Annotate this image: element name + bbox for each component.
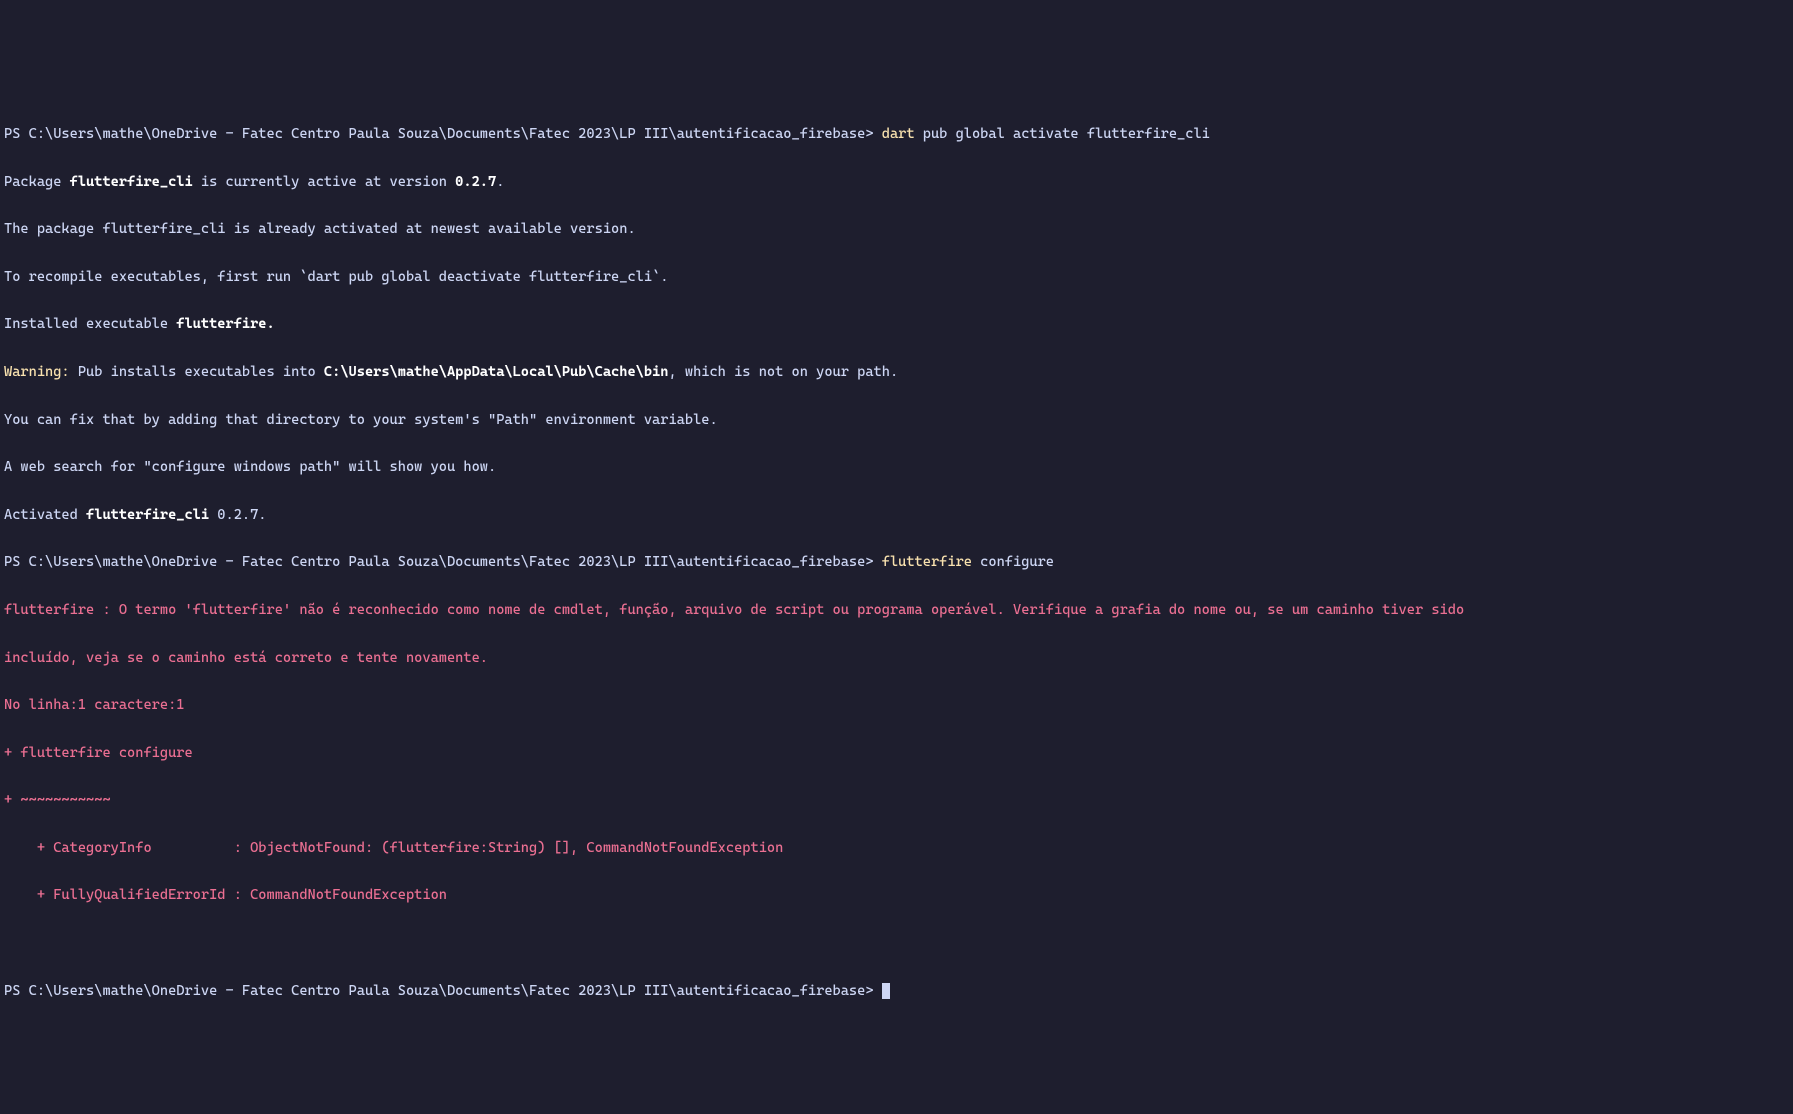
warning-label: Warning: xyxy=(4,364,70,380)
output-text: . xyxy=(496,174,504,190)
terminal-line: The package flutterfire_cli is already a… xyxy=(4,218,1789,242)
terminal-line: PS C:\Users\mathe\OneDrive - Fatec Centr… xyxy=(4,551,1789,575)
error-line: + flutterfire configure xyxy=(4,742,1789,766)
terminal-line: To recompile executables, first run `dar… xyxy=(4,266,1789,290)
terminal-line: Package flutterfire_cli is currently act… xyxy=(4,171,1789,195)
output-text: , which is not on your path. xyxy=(668,364,898,380)
output-text: Activated xyxy=(4,507,86,523)
output-text: 0.2.7. xyxy=(209,507,266,523)
command-args: pub global activate flutterfire_cli xyxy=(915,126,1210,142)
terminal-line: Warning: Pub installs executables into C… xyxy=(4,361,1789,385)
error-line: incluído, veja se o caminho está correto… xyxy=(4,647,1789,671)
error-line: + FullyQualifiedErrorId : CommandNotFoun… xyxy=(4,884,1789,908)
output-text: Package xyxy=(4,174,70,190)
terminal-line: A web search for "configure windows path… xyxy=(4,456,1789,480)
ps-prompt: PS C:\Users\mathe\OneDrive - Fatec Centr… xyxy=(4,126,882,142)
error-line: + CategoryInfo : ObjectNotFound: (flutte… xyxy=(4,837,1789,861)
error-line: + ~~~~~~~~~~~ xyxy=(4,789,1789,813)
terminal-line: Installed executable flutterfire. xyxy=(4,313,1789,337)
terminal-output[interactable]: PS C:\Users\mathe\OneDrive - Fatec Centr… xyxy=(4,99,1789,1027)
package-name: flutterfire_cli xyxy=(86,507,209,523)
terminal-line: PS C:\Users\mathe\OneDrive - Fatec Centr… xyxy=(4,980,1789,1004)
cursor[interactable] xyxy=(882,983,890,999)
package-name: flutterfire_cli xyxy=(70,174,193,190)
command-name: dart xyxy=(882,126,915,142)
output-text: is currently active at version xyxy=(193,174,456,190)
terminal-line: Activated flutterfire_cli 0.2.7. xyxy=(4,504,1789,528)
blank-line xyxy=(4,932,1789,956)
version-number: 0.2.7 xyxy=(455,174,496,190)
error-line: No linha:1 caractere:1 xyxy=(4,694,1789,718)
terminal-line: You can fix that by adding that director… xyxy=(4,409,1789,433)
error-line: flutterfire : O termo 'flutterfire' não … xyxy=(4,599,1789,623)
output-text: Installed executable xyxy=(4,316,176,332)
terminal-line: PS C:\Users\mathe\OneDrive - Fatec Centr… xyxy=(4,123,1789,147)
output-text: Pub installs executables into xyxy=(70,364,324,380)
ps-prompt: PS C:\Users\mathe\OneDrive - Fatec Centr… xyxy=(4,983,882,999)
executable-name: flutterfire. xyxy=(176,316,274,332)
path-text: C:\Users\mathe\AppData\Local\Pub\Cache\b… xyxy=(324,364,669,380)
